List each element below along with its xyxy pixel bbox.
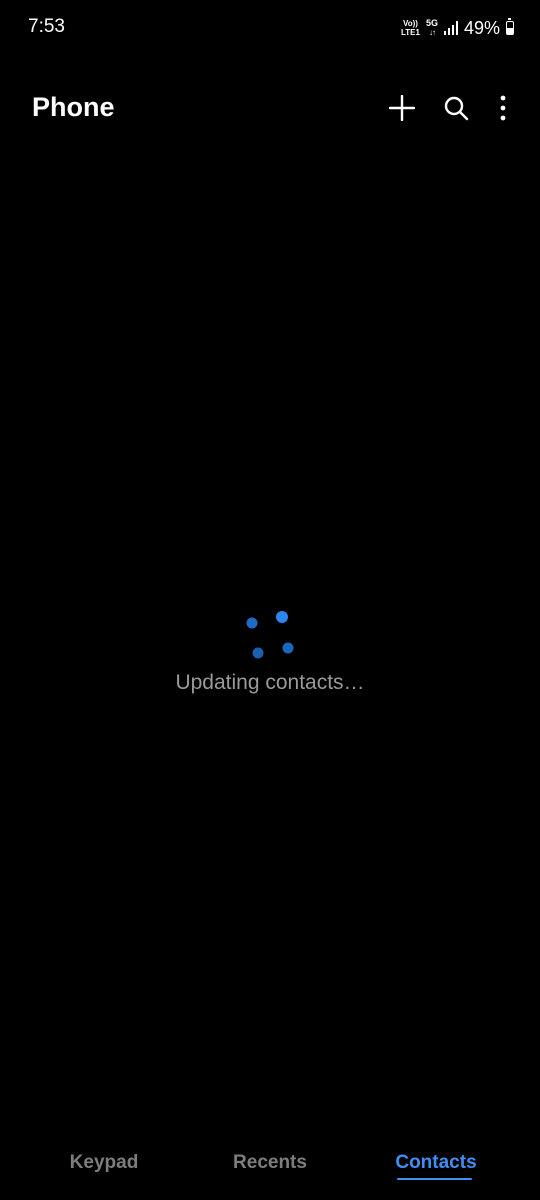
loading-message: Updating contacts… bbox=[175, 671, 365, 694]
search-button[interactable] bbox=[440, 92, 472, 124]
page-title: Phone bbox=[32, 92, 115, 122]
bottom-navigation: Keypad Recents Contacts bbox=[0, 1140, 540, 1200]
volte-label: Vo)) bbox=[402, 19, 418, 28]
lte-label: LTE1 bbox=[400, 28, 420, 37]
add-contact-button[interactable] bbox=[386, 92, 418, 124]
volte-indicator: Vo)) LTE1 bbox=[401, 19, 420, 37]
app-bar-actions bbox=[386, 92, 512, 124]
battery-icon bbox=[506, 18, 514, 35]
status-indicators: Vo)) LTE1 5G ↓↑ 49% bbox=[401, 14, 514, 42]
data-arrows-icon: ↓↑ bbox=[428, 28, 436, 37]
search-icon bbox=[444, 96, 469, 121]
tab-recents-label: Recents bbox=[233, 1152, 307, 1173]
active-tab-indicator bbox=[397, 1178, 472, 1180]
spinner-dot bbox=[276, 611, 288, 623]
tab-keypad[interactable]: Keypad bbox=[52, 1152, 156, 1174]
app-bar: Phone bbox=[0, 82, 540, 136]
signal-strength-icon bbox=[443, 21, 458, 35]
loading-spinner-icon bbox=[246, 611, 294, 659]
spinner-dot bbox=[252, 647, 264, 659]
network-5g-indicator: 5G ↓↑ bbox=[425, 18, 438, 38]
network-label: 5G bbox=[425, 18, 438, 28]
battery-fill bbox=[507, 28, 513, 34]
more-options-button[interactable] bbox=[494, 92, 512, 124]
spinner-dot bbox=[282, 642, 294, 654]
plus-icon bbox=[389, 95, 415, 121]
spinner-dot bbox=[246, 617, 258, 629]
tab-recents[interactable]: Recents bbox=[218, 1152, 322, 1174]
tab-contacts-label: Contacts bbox=[395, 1152, 477, 1173]
status-bar: 7:53 Vo)) LTE1 5G ↓↑ 49% bbox=[0, 0, 540, 56]
tab-keypad-label: Keypad bbox=[69, 1152, 139, 1173]
status-time: 7:53 bbox=[28, 16, 65, 37]
battery-percent: 49% bbox=[463, 17, 500, 38]
more-vert-icon bbox=[500, 95, 506, 121]
tab-contacts[interactable]: Contacts bbox=[384, 1152, 488, 1180]
